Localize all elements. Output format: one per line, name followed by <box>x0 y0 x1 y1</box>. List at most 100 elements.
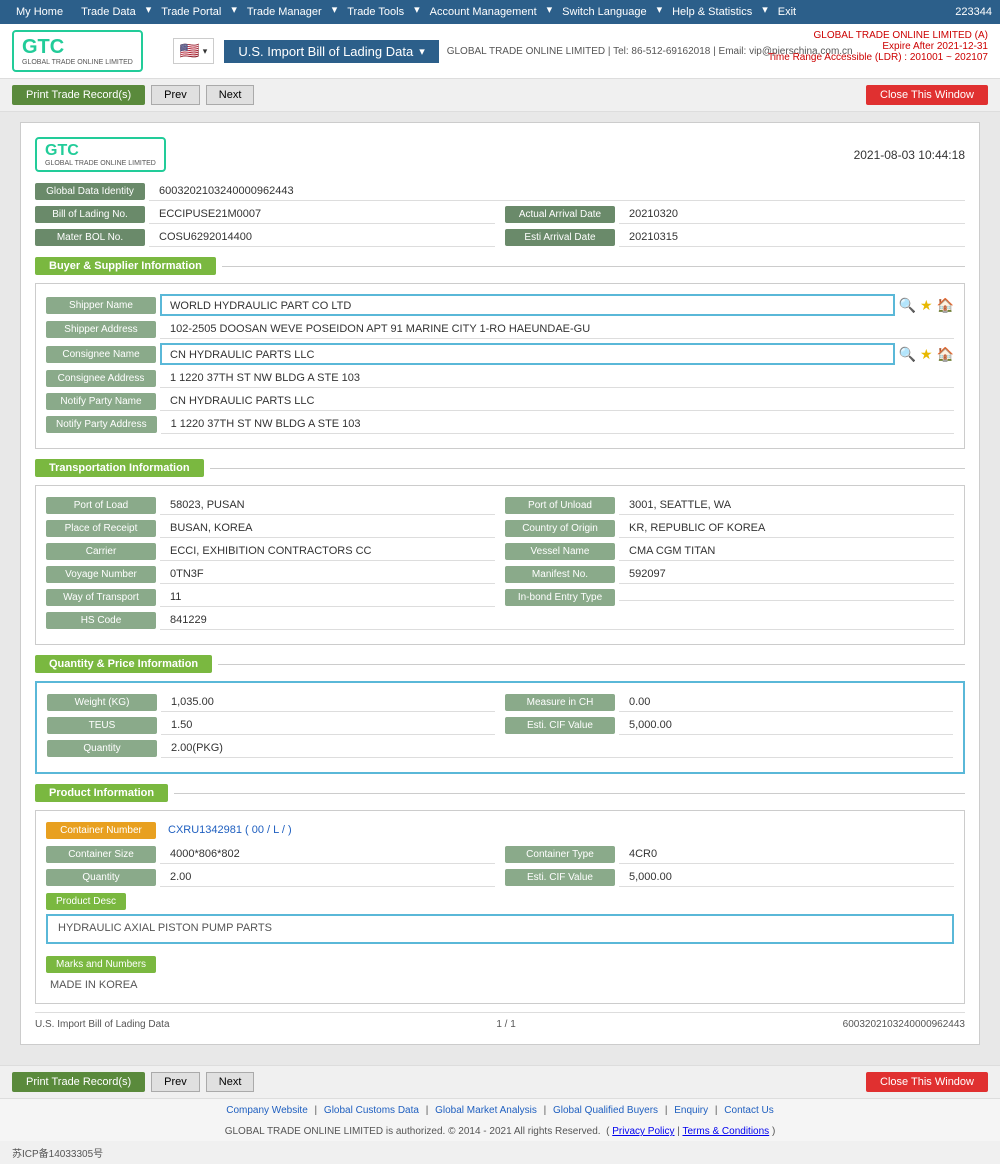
port-of-unload-label: Port of Unload <box>505 497 615 514</box>
nav-account-management[interactable]: Account Management <box>422 3 545 21</box>
icp-number: 苏ICP备14033305号 <box>12 1145 103 1160</box>
weight-block: Weight (KG) 1,035.00 <box>47 693 495 712</box>
place-country-row: Place of Receipt BUSAN, KOREA Country of… <box>46 519 954 538</box>
consignee-address-label: Consignee Address <box>46 370 156 387</box>
measure-value: 0.00 <box>619 693 953 712</box>
esti-arrival-block: Esti Arrival Date 20210315 <box>505 228 965 247</box>
hs-code-value: 841229 <box>160 611 954 630</box>
print-button-bottom[interactable]: Print Trade Record(s) <box>12 1072 145 1092</box>
footer-terms-link[interactable]: Terms & Conditions <box>682 1126 769 1137</box>
container-size-type-row: Container Size 4000*806*802 Container Ty… <box>46 845 954 864</box>
notify-party-value: CN HYDRAULIC PARTS LLC <box>160 392 954 411</box>
footer-link-enquiry[interactable]: Enquiry <box>674 1105 708 1116</box>
card-footer-id: 600320210324000096244​3 <box>843 1019 965 1030</box>
card-date: 2021-08-03 10:44:18 <box>854 148 965 162</box>
star-icon-shipper[interactable]: ★ <box>920 297 933 314</box>
footer-copyright: GLOBAL TRADE ONLINE LIMITED is authorize… <box>225 1126 601 1137</box>
logo: GTC <box>22 36 64 58</box>
mater-bol-row: Mater BOL No. COSU6292014400 Esti Arriva… <box>35 228 965 247</box>
nav-trade-portal[interactable]: Trade Portal <box>153 3 229 21</box>
footer-link-contact[interactable]: Contact Us <box>724 1105 773 1116</box>
container-type-block: Container Type 4CR0 <box>505 845 954 864</box>
nav-my-home[interactable]: My Home <box>8 3 71 21</box>
prod-qty-block: Quantity 2.00 <box>46 868 495 887</box>
nav-trade-manager[interactable]: Trade Manager <box>239 3 330 21</box>
voyage-number-label: Voyage Number <box>46 566 156 583</box>
top-navigation: My Home Trade Data ▾ Trade Portal ▾ Trad… <box>0 0 1000 24</box>
footer-link-customs[interactable]: Global Customs Data <box>324 1105 419 1116</box>
next-button-bottom[interactable]: Next <box>206 1072 255 1092</box>
country-of-origin-value: KR, REPUBLIC OF KOREA <box>619 519 954 538</box>
nav-trade-tools[interactable]: Trade Tools <box>339 3 412 21</box>
shipper-name-box: WORLD HYDRAULIC PART CO LTD <box>160 294 895 316</box>
transportation-section-header: Transportation Information <box>35 459 965 477</box>
container-size-value: 4000*806*802 <box>160 845 495 864</box>
logo-area: GTC GLOBAL TRADE ONLINE LIMITED <box>12 30 153 72</box>
card-footer-doc-type: U.S. Import Bill of Lading Data <box>35 1019 170 1030</box>
place-of-receipt-label: Place of Receipt <box>46 520 156 537</box>
logo-sub: GLOBAL TRADE ONLINE LIMITED <box>22 59 133 66</box>
footer-link-company[interactable]: Company Website <box>226 1105 308 1116</box>
marks-label: Marks and Numbers <box>46 956 156 973</box>
star-icon-consignee[interactable]: ★ <box>920 346 933 363</box>
consignee-address-value: 1 1220 37TH ST NW BLDG A STE 103 <box>160 369 954 388</box>
close-button-top[interactable]: Close This Window <box>866 85 988 105</box>
container-size-label: Container Size <box>46 846 156 863</box>
header: GTC GLOBAL TRADE ONLINE LIMITED 🇺🇸 ▾ U.S… <box>0 24 1000 79</box>
card-header: GTC GLOBAL TRADE ONLINE LIMITED 2021-08-… <box>35 137 965 172</box>
teus-value: 1.50 <box>161 716 495 735</box>
prod-cif-label: Esti. CIF Value <box>505 869 615 886</box>
container-number-row: Container Number CXRU1342981 ( 00 / L / … <box>46 821 954 839</box>
nav-exit[interactable]: Exit <box>770 3 804 21</box>
teus-label: TEUS <box>47 717 157 734</box>
footer-link-buyers[interactable]: Global Qualified Buyers <box>553 1105 658 1116</box>
bol-no-block: Bill of Lading No. ECCIPUSE21M0007 <box>35 205 495 224</box>
container-number-value: CXRU1342981 ( 00 / L / ) <box>160 821 300 839</box>
mater-bol-block: Mater BOL No. COSU6292014400 <box>35 228 495 247</box>
consignee-name-value: CN HYDRAULIC PARTS LLC <box>170 349 314 361</box>
bol-arrival-row: Bill of Lading No. ECCIPUSE21M0007 Actua… <box>35 205 965 224</box>
prev-button-bottom[interactable]: Prev <box>151 1072 200 1092</box>
top-toolbar: Print Trade Record(s) Prev Next Close Th… <box>0 79 1000 112</box>
nav-help-statistics[interactable]: Help & Statistics <box>664 3 760 21</box>
buyer-supplier-section: Shipper Name WORLD HYDRAULIC PART CO LTD… <box>35 283 965 449</box>
expire-date: Expire After 2021-12-31 <box>768 41 988 52</box>
bol-no-value: ECCIPUSE21M0007 <box>149 205 495 224</box>
port-of-load-value: 58023, PUSAN <box>160 496 495 515</box>
home-icon-shipper[interactable]: 🏠 <box>937 297 954 314</box>
quantity-section-header: Quantity & Price Information <box>35 655 965 673</box>
carrier-vessel-row: Carrier ECCI, EXHIBITION CONTRACTORS CC … <box>46 542 954 561</box>
shipper-address-label: Shipper Address <box>46 321 156 338</box>
way-of-transport-value: 11 <box>160 588 495 607</box>
nav-items: My Home Trade Data ▾ Trade Portal ▾ Trad… <box>8 3 804 21</box>
country-of-origin-label: Country of Origin <box>505 520 615 537</box>
prod-qty-cif-row: Quantity 2.00 Esti. CIF Value 5,000.00 <box>46 868 954 887</box>
in-bond-label: In-bond Entry Type <box>505 589 615 606</box>
user-id: 223344 <box>955 6 992 18</box>
prev-button-top[interactable]: Prev <box>151 85 200 105</box>
footer-link-market[interactable]: Global Market Analysis <box>435 1105 537 1116</box>
home-icon-consignee[interactable]: 🏠 <box>937 346 954 363</box>
transportation-section: Port of Load 58023, PUSAN Port of Unload… <box>35 485 965 645</box>
hs-code-row: HS Code 841229 <box>46 611 954 630</box>
title-box[interactable]: U.S. Import Bill of Lading Data ▾ <box>224 40 438 63</box>
footer-bottom: GLOBAL TRADE ONLINE LIMITED is authorize… <box>0 1122 1000 1141</box>
search-icon-consignee[interactable]: 🔍 <box>899 346 916 363</box>
nav-trade-data[interactable]: Trade Data <box>73 3 144 21</box>
container-size-block: Container Size 4000*806*802 <box>46 845 495 864</box>
global-data-identity-label: Global Data Identity <box>35 183 145 200</box>
way-of-transport-block: Way of Transport 11 <box>46 588 495 607</box>
measure-block: Measure in CH 0.00 <box>505 693 953 712</box>
close-button-bottom[interactable]: Close This Window <box>866 1072 988 1092</box>
flag-selector[interactable]: 🇺🇸 ▾ <box>173 38 214 64</box>
transport-inbond-row: Way of Transport 11 In-bond Entry Type <box>46 588 954 607</box>
card-footer-page: 1 / 1 <box>496 1019 515 1030</box>
weight-measure-row: Weight (KG) 1,035.00 Measure in CH 0.00 <box>47 693 953 712</box>
footer-privacy-link[interactable]: Privacy Policy <box>612 1126 674 1137</box>
next-button-top[interactable]: Next <box>206 85 255 105</box>
manifest-no-value: 592097 <box>619 565 954 584</box>
print-button-top[interactable]: Print Trade Record(s) <box>12 85 145 105</box>
nav-switch-language[interactable]: Switch Language <box>554 3 654 21</box>
search-icon-shipper[interactable]: 🔍 <box>899 297 916 314</box>
carrier-value: ECCI, EXHIBITION CONTRACTORS CC <box>160 542 495 561</box>
